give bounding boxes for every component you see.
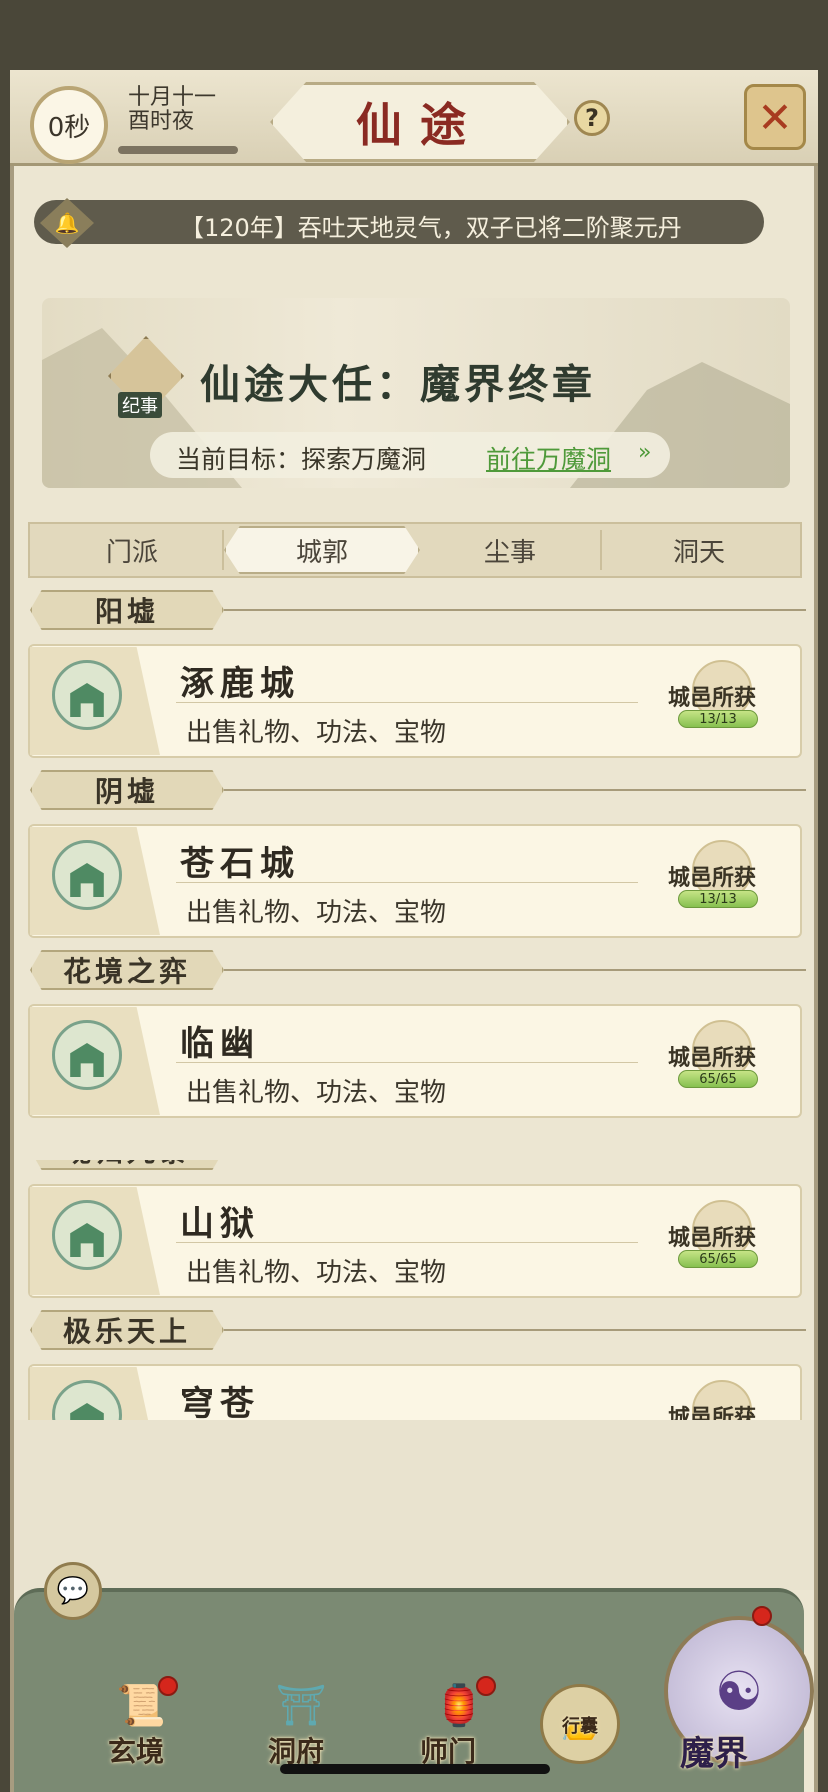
reward-progress: 13/13 xyxy=(678,890,758,908)
game-date: 十月十一 酉时夜 xyxy=(128,86,216,134)
seal-label: 纪事 xyxy=(118,392,162,418)
section-header: 阴墟 xyxy=(30,770,224,810)
city-name: 涿鹿城 xyxy=(180,664,300,704)
tab-worldly[interactable]: 尘事 xyxy=(420,526,600,574)
reward-progress: 65/65 xyxy=(678,1250,758,1268)
city-gate-icon xyxy=(52,1020,122,1090)
reward-progress: 13/13 xyxy=(678,710,758,728)
tab-cave[interactable]: 洞天 xyxy=(604,526,794,574)
section-header: 花境之弈 xyxy=(30,950,224,990)
tab-city[interactable]: 城郭 xyxy=(224,526,420,574)
section-header: 极乐天上 xyxy=(30,1310,224,1350)
tab-divider xyxy=(600,530,602,570)
city-name: 穹苍 xyxy=(180,1384,260,1420)
city-desc: 出售礼物、功法、宝物 xyxy=(186,1258,447,1288)
divider xyxy=(224,609,806,611)
city-name: 山狱 xyxy=(180,1204,260,1244)
city-gate-icon xyxy=(52,1200,122,1270)
nav-xingnang[interactable]: 行囊 xyxy=(562,1712,598,1738)
empty-area xyxy=(14,1420,814,1590)
divider xyxy=(224,969,806,971)
divider xyxy=(176,1242,638,1243)
reward-label[interactable]: 城邑所获 xyxy=(668,1400,756,1420)
reward-label[interactable]: 城邑所获 xyxy=(668,1220,756,1252)
section-header: 阳墟 xyxy=(30,590,224,630)
city-name: 临幽 xyxy=(180,1024,260,1064)
nav-mojie[interactable]: 魔界 xyxy=(680,1726,748,1775)
notification-dot xyxy=(752,1606,772,1626)
status-strip xyxy=(0,0,828,66)
tab-divider xyxy=(222,530,224,570)
reward-label[interactable]: 城邑所获 xyxy=(668,680,756,712)
date-time: 酉时夜 xyxy=(128,109,195,134)
chevron-right-icon: » xyxy=(638,440,652,465)
banner-title: 仙途大任：魔界终章 xyxy=(200,361,596,408)
divider xyxy=(224,1329,806,1331)
divider xyxy=(224,789,806,791)
city-desc: 出售礼物、功法、宝物 xyxy=(186,718,447,748)
reward-progress: 65/65 xyxy=(678,1070,758,1088)
divider xyxy=(176,1062,638,1063)
city-desc: 出售礼物、功法、宝物 xyxy=(186,1078,447,1108)
tab-sect[interactable]: 门派 xyxy=(44,526,220,574)
divider xyxy=(176,702,638,703)
home-indicator xyxy=(280,1764,550,1774)
notice-text: 【120年】吞吐天地灵气，双子已将二阶聚元丹 xyxy=(180,214,682,242)
page-title-plate: 仙途 xyxy=(270,82,570,162)
list-clip: 魂归九黎 山狱 出售礼物、功法、宝物 城邑所获 65/65 极乐天上 穹苍 城邑… xyxy=(10,1160,818,1420)
city-name: 苍石城 xyxy=(180,844,300,884)
goal-link[interactable]: 前往万魔洞 xyxy=(486,440,611,476)
city-gate-icon xyxy=(52,840,122,910)
notification-dot xyxy=(158,1676,178,1696)
city-gate-icon xyxy=(52,660,122,730)
date-day: 十月十一 xyxy=(128,85,217,110)
reward-label[interactable]: 城邑所获 xyxy=(668,860,756,892)
close-icon[interactable]: ✕ xyxy=(744,84,806,150)
divider xyxy=(176,882,638,883)
goal-label: 当前目标：探索万魔洞 xyxy=(176,445,427,474)
timer-badge: 0秒 xyxy=(30,86,108,164)
date-progress xyxy=(118,146,238,154)
city-desc: 出售礼物、功法、宝物 xyxy=(186,898,447,928)
nav-xuanjing[interactable]: 玄境 xyxy=(108,1730,164,1770)
page-title: 仙途 xyxy=(356,98,484,152)
notification-dot xyxy=(476,1676,496,1696)
chat-icon[interactable]: 💬 xyxy=(44,1562,102,1620)
reward-label[interactable]: 城邑所获 xyxy=(668,1040,756,1072)
help-icon[interactable]: ? xyxy=(574,100,610,136)
section-header: 魂归九黎 xyxy=(30,1160,224,1170)
